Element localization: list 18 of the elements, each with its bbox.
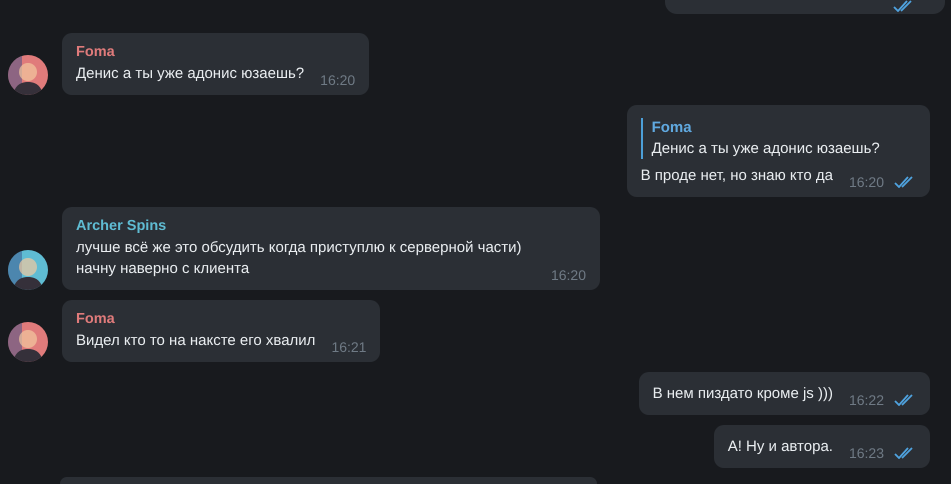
reply-quote[interactable]: Foma Денис а ты уже адонис юзаешь? — [640, 118, 916, 159]
message-text: Денис а ты уже адонис юзаешь? — [76, 64, 304, 84]
message-text: лучше всё же это обсудить когда приступлю к серверной части) начну наверно с клиента — [76, 238, 523, 279]
reply-sender: Foma — [652, 118, 693, 138]
sender-name: Archer Spins — [76, 218, 168, 234]
message-time: 16:22 — [848, 392, 884, 408]
message-time: 16:23 — [848, 445, 884, 461]
sender-name: Foma — [76, 44, 116, 60]
message-time: 16:20 — [320, 72, 356, 88]
message-text: В проде нет, но знаю кто да — [640, 166, 833, 186]
reply-text: Денис а ты уже адонис юзаешь? — [652, 139, 881, 159]
message-time: 16:21 — [331, 339, 366, 355]
sender-name: Foma — [76, 311, 116, 327]
message-text: Видел кто то на наксте его хвалил — [76, 331, 316, 351]
message-time: 16:20 — [848, 174, 884, 190]
message-text: В нем пиздато кроме js ))) — [652, 384, 833, 404]
message-text: А! Ну и автора. — [728, 437, 833, 457]
message-time: 16:20 — [550, 267, 586, 283]
